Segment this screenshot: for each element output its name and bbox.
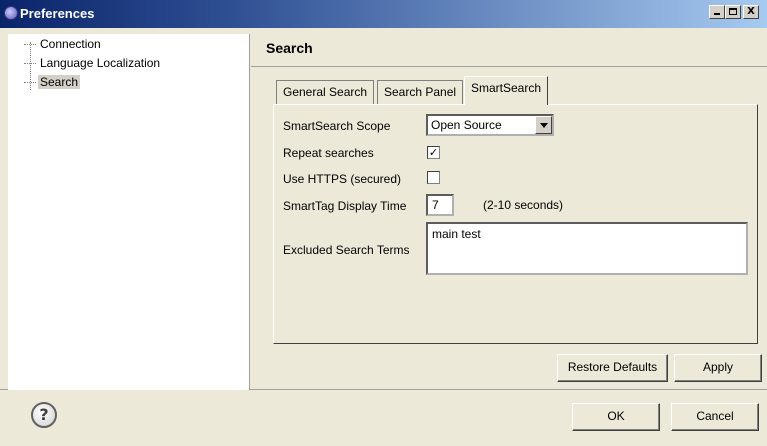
tree-item-connection[interactable]: Connection [24, 36, 103, 52]
help-icon[interactable]: ? [31, 402, 57, 428]
window-title: Preferences [20, 6, 95, 21]
title-bar[interactable]: Preferences X [0, 0, 767, 28]
close-icon: X [747, 6, 755, 17]
tree-item-label: Language Localization [40, 56, 161, 70]
display-time-input[interactable]: 7 [426, 194, 454, 216]
minimize-button[interactable] [709, 5, 725, 19]
preferences-tree: Connection Language Localization Search [8, 34, 250, 390]
checkmark-icon: ✓ [428, 146, 439, 159]
tab-general-search[interactable]: General Search [276, 80, 375, 104]
scope-select-value: Open Source [431, 118, 502, 132]
tree-item-label: Connection [40, 37, 101, 51]
page-title: Search [266, 40, 313, 56]
title-divider [251, 66, 767, 67]
tab-search-panel[interactable]: Search Panel [377, 80, 464, 104]
display-time-hint: (2-10 seconds) [483, 198, 564, 212]
display-time-label: SmartTag Display Time [283, 199, 407, 213]
tree-branch [24, 82, 36, 83]
restore-defaults-button[interactable]: Restore Defaults [557, 354, 668, 382]
repeat-searches-label: Repeat searches [283, 146, 374, 160]
tree-item-search[interactable]: Search [24, 74, 81, 90]
maximize-icon [729, 8, 737, 15]
apply-button[interactable]: Apply [674, 354, 762, 382]
close-button[interactable]: X [743, 5, 759, 19]
app-icon [4, 6, 18, 20]
scope-label: SmartSearch Scope [283, 119, 391, 133]
use-https-checkbox[interactable] [427, 171, 440, 184]
tree-branch [24, 44, 36, 45]
tree-item-label: Search [38, 75, 81, 89]
maximize-button[interactable] [725, 5, 741, 19]
excluded-terms-textarea[interactable]: main test [426, 222, 748, 275]
scope-select[interactable]: Open Source [426, 114, 554, 136]
tree-item-language-localization[interactable]: Language Localization [24, 55, 162, 71]
ok-button[interactable]: OK [572, 403, 660, 431]
cancel-button[interactable]: Cancel [671, 403, 759, 431]
excluded-terms-label: Excluded Search Terms [283, 243, 410, 257]
repeat-searches-checkbox[interactable]: ✓ [427, 146, 440, 159]
chevron-down-icon[interactable] [535, 116, 552, 134]
window-controls: X [709, 5, 759, 19]
minimize-icon [714, 13, 720, 15]
use-https-label: Use HTTPS (secured) [283, 172, 402, 186]
tree-branch [24, 63, 36, 64]
tab-smartsearch[interactable]: SmartSearch [464, 76, 549, 105]
